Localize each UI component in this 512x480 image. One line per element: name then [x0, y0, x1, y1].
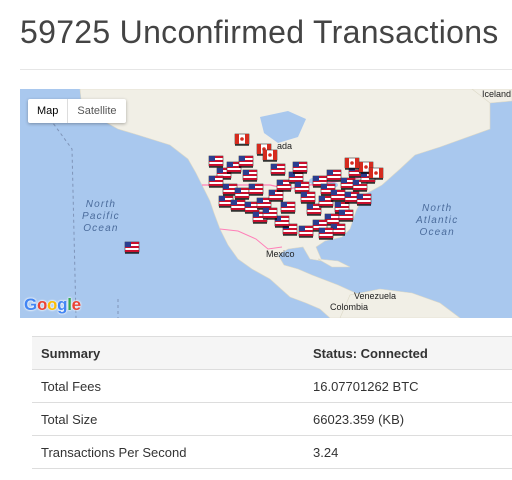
total-size-label: Total Size	[32, 402, 304, 436]
total-fees-label: Total Fees	[32, 369, 304, 403]
us-flag-marker-icon[interactable]	[270, 163, 286, 176]
venezuela-label: Venezuela	[354, 291, 397, 301]
table-row: Transactions Per Second 3.24	[32, 435, 512, 469]
us-flag-marker-icon[interactable]	[242, 169, 258, 182]
stats-header-row: Summary Status: Connected	[32, 336, 512, 370]
us-flag-marker-icon[interactable]	[268, 189, 284, 202]
title-divider	[20, 69, 512, 70]
stats-table: Summary Status: Connected Total Fees 16.…	[32, 336, 512, 469]
satellite-view-button[interactable]: Satellite	[67, 99, 125, 123]
colombia-label: Colombia	[330, 302, 369, 312]
north-pacific-label: North Pacific Ocean	[82, 199, 120, 234]
page-title: 59725 Unconfirmed Transactions	[20, 14, 499, 50]
canada-flag-marker-icon[interactable]	[368, 167, 384, 180]
summary-header: Summary	[32, 336, 304, 370]
tps-value: 3.24	[304, 435, 512, 469]
us-flag-marker-icon[interactable]	[292, 161, 308, 174]
us-flag-marker-icon[interactable]	[356, 193, 372, 206]
google-logo[interactable]: Google	[24, 295, 81, 315]
table-row: Total Size 66023.359 (KB)	[32, 402, 512, 436]
north-atlantic-label: North Atlantic Ocean	[416, 203, 459, 238]
canada-flag-marker-icon[interactable]	[344, 157, 360, 170]
us-flag-marker-icon[interactable]	[298, 225, 314, 238]
us-flag-marker-icon[interactable]	[338, 209, 354, 222]
us-flag-marker-icon[interactable]	[330, 189, 346, 202]
us-flag-marker-icon[interactable]	[318, 227, 334, 240]
canada-flag-marker-icon[interactable]	[234, 133, 250, 146]
us-flag-marker-icon[interactable]	[294, 181, 310, 194]
iceland-label: Iceland	[482, 89, 512, 99]
transaction-map[interactable]: Map Satellite North Pacific Ocean North …	[20, 89, 512, 318]
status-header: Status: Connected	[304, 336, 512, 370]
table-row: Total Fees 16.07701262 BTC	[32, 369, 512, 403]
us-flag-marker-icon[interactable]	[208, 155, 224, 168]
us-flag-marker-icon[interactable]	[230, 199, 246, 212]
canada-label: ada	[277, 141, 293, 151]
total-fees-value: 16.07701262 BTC	[304, 369, 512, 403]
map-type-control: Map Satellite	[28, 99, 126, 123]
us-flag-marker-icon[interactable]	[300, 191, 316, 204]
us-flag-marker-icon[interactable]	[288, 171, 304, 184]
us-flag-marker-icon[interactable]	[234, 187, 250, 200]
map-view-button[interactable]: Map	[28, 99, 67, 123]
us-flag-marker-icon[interactable]	[262, 207, 278, 220]
us-flag-marker-icon[interactable]	[280, 201, 296, 214]
tps-label: Transactions Per Second	[32, 435, 304, 469]
us-flag-marker-icon[interactable]	[326, 169, 342, 182]
us-flag-marker-icon[interactable]	[124, 241, 140, 254]
mexico-label: Mexico	[266, 249, 295, 259]
total-size-value: 66023.359 (KB)	[304, 402, 512, 436]
us-flag-marker-icon[interactable]	[208, 175, 224, 188]
us-flag-marker-icon[interactable]	[248, 183, 264, 196]
us-flag-marker-icon[interactable]	[238, 155, 254, 168]
canada-flag-marker-icon[interactable]	[262, 149, 278, 162]
